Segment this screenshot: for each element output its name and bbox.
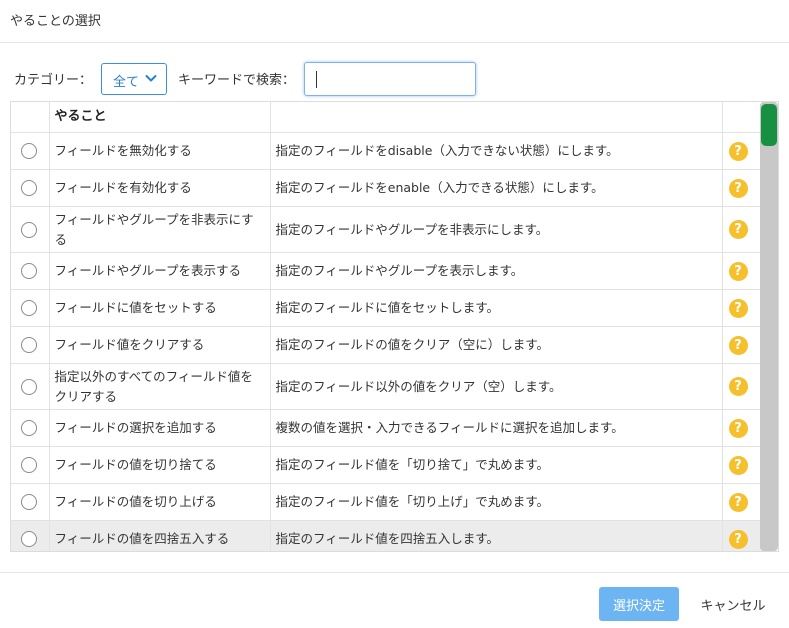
- dialog-footer: 選択決定 キャンセル: [0, 572, 789, 628]
- keyword-label: キーワードで検索：: [178, 73, 296, 88]
- row-action: フィールドの値を四捨五入する: [49, 520, 271, 551]
- cancel-button[interactable]: キャンセル: [692, 587, 774, 621]
- row-description: 指定のフィールドやグループを非表示にします。: [270, 206, 723, 253]
- row-radio[interactable]: [21, 300, 37, 316]
- row-action: フィールドの値を切り捨てる: [49, 446, 271, 484]
- help-icon[interactable]: ?: [728, 377, 748, 396]
- row-description: 指定のフィールド値を「切り捨て」で丸めます。: [270, 446, 723, 484]
- table-row[interactable]: フィールドの値を切り上げる 指定のフィールド値を「切り上げ」で丸めます。 ?: [11, 483, 763, 521]
- row-radio[interactable]: [21, 337, 37, 353]
- help-icon[interactable]: ?: [728, 298, 748, 318]
- help-icon[interactable]: ?: [728, 220, 748, 239]
- dialog-header: やることの選択: [0, 0, 789, 43]
- row-description: 指定のフィールドやグループを表示します。: [270, 252, 723, 290]
- category-label: カテゴリー：: [14, 73, 93, 88]
- action-table: やること フィールドを無効化する 指定のフィールドをdisable（入力できない…: [11, 102, 763, 551]
- filter-bar: カテゴリー： 全て キーワードで検索：: [0, 62, 789, 96]
- row-description: 指定のフィールドに値をセットします。: [270, 289, 723, 327]
- row-action: フィールドに値をセットする: [49, 289, 271, 327]
- row-description: 指定のフィールド以外の値をクリア（空）します。: [270, 363, 723, 410]
- row-description: 指定のフィールドの値をクリア（空に）します。: [270, 326, 723, 364]
- row-action: フィールドを有効化する: [49, 169, 271, 207]
- header-select-cell: [11, 102, 50, 133]
- keyword-search-input[interactable]: [304, 62, 476, 96]
- table-row[interactable]: フィールドの値を切り捨てる 指定のフィールド値を「切り捨て」で丸めます。 ?: [11, 446, 763, 484]
- row-action: フィールドを無効化する: [49, 132, 271, 170]
- row-action: フィールドの値を切り上げる: [49, 483, 271, 521]
- help-icon[interactable]: ?: [728, 335, 748, 355]
- scrollbar-thumb[interactable]: [761, 104, 777, 146]
- help-icon[interactable]: ?: [728, 418, 748, 438]
- table-row[interactable]: 指定以外のすべてのフィールド値をクリアする 指定のフィールド以外の値をクリア（空…: [11, 363, 763, 410]
- help-icon[interactable]: ?: [728, 455, 748, 475]
- text-caret: [316, 71, 317, 88]
- header-help-cell: [722, 102, 763, 133]
- row-description: 指定のフィールド値を「切り上げ」で丸めます。: [270, 483, 723, 521]
- table-row[interactable]: フィールドに値をセットする 指定のフィールドに値をセットします。 ?: [11, 289, 763, 327]
- category-select-value: 全て: [113, 75, 140, 90]
- row-radio[interactable]: [21, 143, 37, 159]
- chevron-down-icon: [145, 75, 157, 82]
- row-radio[interactable]: [21, 263, 37, 279]
- row-action: フィールド値をクリアする: [49, 326, 271, 364]
- row-radio[interactable]: [21, 457, 37, 473]
- row-radio[interactable]: [21, 180, 37, 196]
- table-header-row: やること: [11, 102, 763, 133]
- row-description: 指定のフィールド値を四捨五入します。: [270, 520, 723, 551]
- confirm-selection-button[interactable]: 選択決定: [599, 587, 679, 621]
- row-radio[interactable]: [21, 531, 37, 547]
- row-radio[interactable]: [21, 494, 37, 510]
- row-radio[interactable]: [21, 420, 37, 436]
- header-description-cell: [270, 102, 723, 133]
- help-icon[interactable]: ?: [728, 178, 748, 198]
- row-action: フィールドの選択を追加する: [49, 409, 271, 447]
- help-icon[interactable]: ?: [728, 261, 748, 281]
- row-description: 指定のフィールドをdisable（入力できない状態）にします。: [270, 132, 723, 170]
- help-icon[interactable]: ?: [728, 141, 748, 161]
- category-select[interactable]: 全て: [101, 63, 167, 95]
- row-description: 複数の値を選択・入力できるフィールドに選択を追加します。: [270, 409, 723, 447]
- column-header-action: やること: [49, 102, 271, 133]
- vertical-scrollbar[interactable]: [760, 102, 778, 551]
- action-table-container: やること フィールドを無効化する 指定のフィールドをdisable（入力できない…: [10, 101, 779, 552]
- row-radio[interactable]: [21, 378, 37, 395]
- table-row[interactable]: フィールドの値を四捨五入する 指定のフィールド値を四捨五入します。 ?: [11, 520, 763, 551]
- row-description: 指定のフィールドをenable（入力できる状態）にします。: [270, 169, 723, 207]
- dialog-title: やることの選択: [10, 14, 101, 29]
- table-row[interactable]: フィールド値をクリアする 指定のフィールドの値をクリア（空に）します。 ?: [11, 326, 763, 364]
- table-row[interactable]: フィールドの選択を追加する 複数の値を選択・入力できるフィールドに選択を追加しま…: [11, 409, 763, 447]
- table-row[interactable]: フィールドを無効化する 指定のフィールドをdisable（入力できない状態）にし…: [11, 132, 763, 170]
- table-row[interactable]: フィールドやグループを表示する 指定のフィールドやグループを表示します。 ?: [11, 252, 763, 290]
- table-row[interactable]: フィールドやグループを非表示にする 指定のフィールドやグループを非表示にします。…: [11, 206, 763, 253]
- help-icon[interactable]: ?: [728, 492, 748, 512]
- help-icon[interactable]: ?: [728, 529, 748, 549]
- table-row[interactable]: フィールドを有効化する 指定のフィールドをenable（入力できる状態）にします…: [11, 169, 763, 207]
- row-action: 指定以外のすべてのフィールド値をクリアする: [49, 363, 271, 410]
- row-action: フィールドやグループを表示する: [49, 252, 271, 290]
- row-radio[interactable]: [21, 221, 37, 238]
- row-action: フィールドやグループを非表示にする: [49, 206, 271, 253]
